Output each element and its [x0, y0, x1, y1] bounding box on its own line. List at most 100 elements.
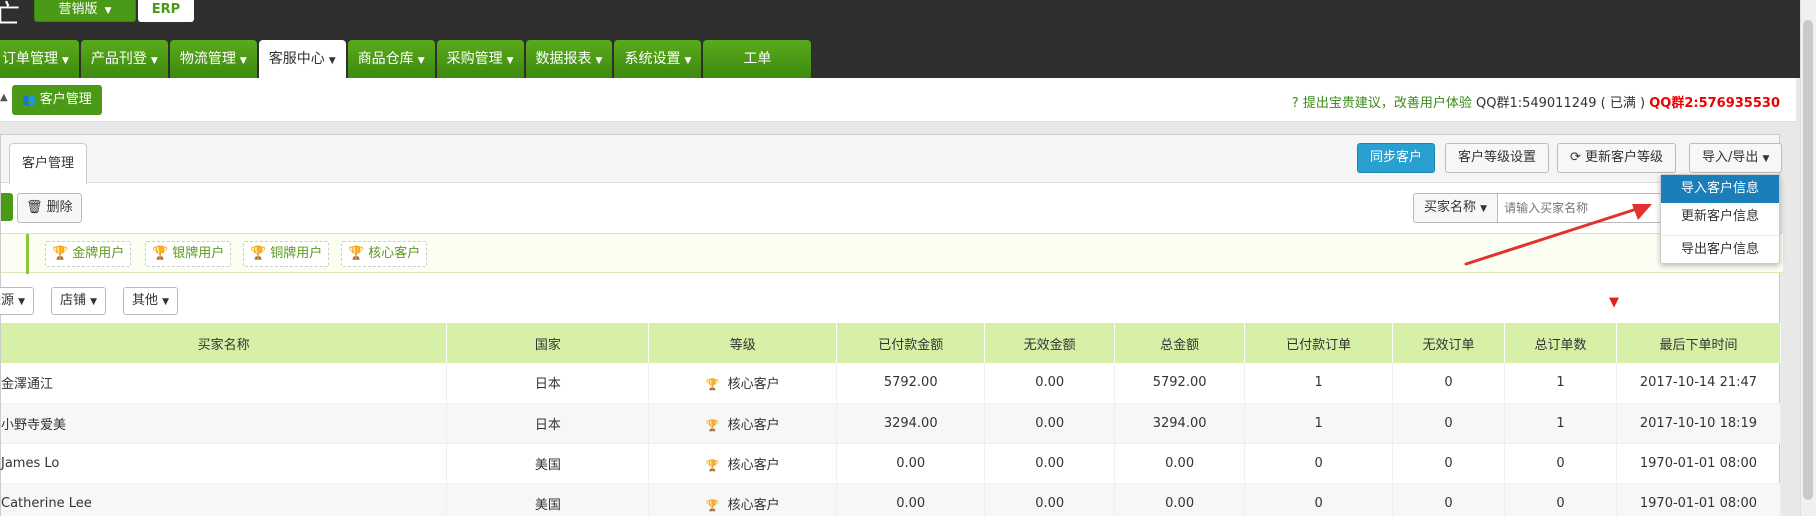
vertical-scrollbar[interactable] [1800, 0, 1816, 516]
add-button-edge[interactable] [1, 193, 13, 221]
nav-item-warehouse[interactable]: 商品仓库 ▼ [347, 40, 435, 78]
red-marker-icon: ▼ [1609, 295, 1619, 310]
delete-button[interactable]: 🗑 删除 [17, 193, 82, 223]
caret-down-icon: ▼ [328, 56, 336, 66]
nav-item-logistics[interactable]: 物流管理 ▼ [169, 40, 257, 78]
col-level[interactable]: 等级 [648, 323, 838, 363]
customer-panel: 客户管理 同步客户 客户等级设置 ⟳ 更新客户等级 导入/导出 ▼ 🗑 删除 买… [0, 134, 1783, 516]
qq-group-2: QQ群2:576935530 [1649, 96, 1780, 111]
caret-down-icon: ▼ [18, 297, 26, 307]
cell-level: 🏆 核心客户 [648, 403, 838, 444]
cell-last-order-time: 1970-01-01 08:00 [1616, 483, 1782, 516]
cell-level: 🏆 核心客户 [648, 483, 838, 516]
customer-manage-button[interactable]: 👥 客户管理 [12, 85, 102, 115]
cell-invalid-orders: 0 [1392, 403, 1505, 444]
cell-buyer-name[interactable]: 金澤通江 [1, 363, 448, 404]
level-settings-button[interactable]: 客户等级设置 [1445, 143, 1550, 173]
col-total-orders[interactable]: 总订单数 [1504, 323, 1617, 363]
trophy-icon: 🏆 [250, 246, 267, 261]
col-total-amount[interactable]: 总金额 [1114, 323, 1246, 363]
suggest-link[interactable]: 提出宝贵建议，改善用户体验 [1303, 96, 1472, 111]
cell-level-label: 核心客户 [727, 457, 780, 473]
cell-level: 🏆 核心客户 [648, 363, 838, 404]
level-core[interactable]: 🏆 核心客户 [341, 241, 428, 267]
col-invalid-amount[interactable]: 无效金额 [984, 323, 1116, 363]
col-country[interactable]: 国家 [446, 323, 650, 363]
col-buyer-name[interactable]: 买家名称 [1, 323, 448, 363]
nav-item-service[interactable]: 客服中心 ▼ [258, 40, 346, 78]
caret-down-icon: ▼ [506, 56, 514, 66]
col-paid-orders[interactable]: 已付款订单 [1244, 323, 1394, 363]
cell-total-orders: 0 [1504, 443, 1617, 484]
level-silver[interactable]: 🏆 银牌用户 [145, 241, 232, 267]
table-row[interactable]: 小野寺爱美 日本 🏆 核心客户 3294.00 0.00 3294.00 1 0 … [1, 403, 1782, 444]
other-filter[interactable]: 其他 ▼ [123, 287, 179, 315]
cell-buyer-name[interactable]: 小野寺爱美 [1, 403, 448, 444]
level-label: 银牌用户 [172, 246, 225, 261]
update-level-button[interactable]: ⟳ 更新客户等级 [1557, 143, 1677, 173]
cell-paid-amount: 0.00 [836, 443, 986, 484]
level-bronze[interactable]: 🏆 铜牌用户 [243, 241, 330, 267]
import-export-button[interactable]: 导入/导出 ▼ [1689, 143, 1783, 173]
caret-down-icon: ▼ [62, 56, 69, 66]
cell-level-label: 核心客户 [727, 497, 780, 513]
menu-item-export-customers[interactable]: 导出客户信息 [1661, 235, 1779, 263]
table-header-row: 买家名称 国家 等级 已付款金额 无效金额 总金额 已付款订单 无效订单 总订单… [1, 323, 1782, 363]
nav-item-label: 工单 [743, 51, 772, 67]
trophy-icon: 🏆 [52, 246, 69, 261]
cell-buyer-name[interactable]: James Lo [1, 443, 448, 484]
nav-item-orders[interactable]: 订单管理 ▼ [0, 40, 79, 78]
caret-down-icon: ▼ [417, 56, 425, 66]
cell-total-orders: 1 [1504, 403, 1617, 444]
col-last-order-time[interactable]: 最后下单时间 [1616, 323, 1782, 363]
col-invalid-orders[interactable]: 无效订单 [1392, 323, 1505, 363]
caret-down-icon: ▼ [595, 56, 603, 66]
cell-invalid-orders: 0 [1392, 443, 1505, 484]
panel-header: 客户管理 同步客户 客户等级设置 ⟳ 更新客户等级 导入/导出 ▼ [1, 135, 1783, 184]
cell-invalid-amount: 0.00 [984, 443, 1116, 484]
top-bar: 亡 营销版 ▼ ERP 订单管理 ▼ 产品刊登 ▼ 物流管理 ▼ 客服中心 ▼ 商品仓库… [0, 0, 1816, 78]
help-icon: ? [1291, 96, 1299, 111]
menu-item-update-customers[interactable]: 更新客户信息 [1661, 203, 1779, 231]
tab-customer-manage[interactable]: 客户管理 [9, 143, 88, 184]
cell-invalid-orders: 0 [1392, 363, 1505, 404]
nav-item-label: 数据报表 [535, 51, 592, 67]
level-label: 核心客户 [368, 246, 421, 261]
cell-level-label: 核心客户 [727, 417, 780, 433]
import-export-label: 导入/导出 [1702, 150, 1759, 165]
cell-buyer-name[interactable]: Catherine Lee [1, 483, 448, 516]
cell-country: 美国 [446, 483, 650, 516]
cell-country: 美国 [446, 443, 650, 484]
shop-filter[interactable]: 店铺 ▼ [51, 287, 107, 315]
table-row[interactable]: Catherine Lee 美国 🏆 核心客户 0.00 0.00 0.00 0 … [1, 483, 1782, 516]
scrollbar-thumb[interactable] [1803, 20, 1813, 500]
nav-item-purchase[interactable]: 采购管理 ▼ [436, 40, 524, 78]
nav-item-listing[interactable]: 产品刊登 ▼ [80, 40, 168, 78]
nav-item-reports[interactable]: 数据报表 ▼ [525, 40, 613, 78]
nav-item-tickets[interactable]: 工单 [703, 40, 812, 78]
nav-item-label: 系统设置 [624, 51, 681, 67]
source-filter[interactable]: 来源 ▼ [0, 287, 35, 315]
cell-total-amount: 0.00 [1114, 443, 1246, 484]
edition-dropdown[interactable]: 营销版 ▼ [34, 0, 136, 22]
source-filter-label: 来源 [0, 293, 15, 308]
trophy-icon: 🏆 [152, 246, 169, 261]
notice: ? 提出宝贵建议，改善用户体验 QQ群1:549011249 ( 已满 ) QQ… [1292, 92, 1780, 111]
table-row[interactable]: James Lo 美国 🏆 核心客户 0.00 0.00 0.00 0 0 0 1… [1, 443, 1782, 484]
level-gold[interactable]: 🏆 金牌用户 [45, 241, 132, 267]
sync-customers-button[interactable]: 同步客户 [1357, 143, 1436, 173]
col-paid-amount[interactable]: 已付款金额 [836, 323, 986, 363]
nav-item-label: 物流管理 [179, 51, 236, 67]
menu-item-import-customers[interactable]: 导入客户信息 [1661, 175, 1779, 203]
nav-item-settings[interactable]: 系统设置 ▼ [614, 40, 702, 78]
level-label: 金牌用户 [72, 246, 125, 261]
caret-down-icon: ▼ [150, 56, 158, 66]
table-row[interactable]: 金澤通江 日本 🏆 核心客户 5792.00 0.00 5792.00 1 0 1… [1, 363, 1782, 404]
shop-filter-label: 店铺 [60, 293, 87, 308]
nav-item-label: 客服中心 [268, 51, 325, 67]
cell-total-amount: 5792.00 [1114, 363, 1246, 404]
nav-item-label: 商品仓库 [357, 51, 414, 67]
erp-button[interactable]: ERP [138, 0, 194, 22]
level-row-edge [1, 234, 29, 274]
cell-total-amount: 3294.00 [1114, 403, 1246, 444]
